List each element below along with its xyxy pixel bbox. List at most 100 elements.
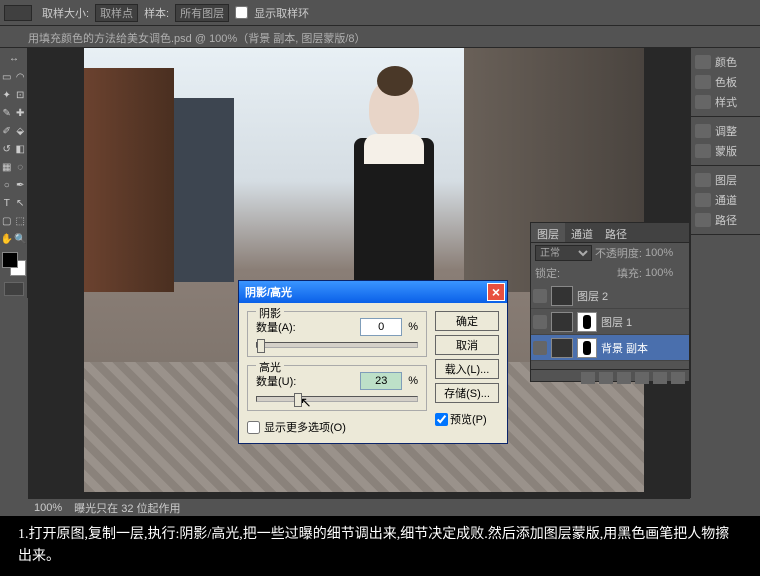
tab-channels[interactable]: 通道	[565, 223, 599, 242]
mask-thumb	[577, 312, 597, 332]
ok-button[interactable]: 确定	[435, 311, 499, 331]
lasso-tool-icon[interactable]: ◠	[14, 68, 28, 86]
type-tool-icon[interactable]: T	[0, 194, 14, 212]
layer-row[interactable]: 图层 2	[531, 283, 689, 309]
layers-panel-tab[interactable]: 图层	[695, 170, 756, 190]
sample-label: 样本:	[144, 5, 169, 21]
channels-icon	[695, 193, 711, 207]
highlights-amount-input[interactable]	[360, 372, 402, 390]
fx-icon[interactable]	[581, 372, 595, 384]
foreground-background-colors[interactable]	[2, 252, 26, 276]
adj-icon[interactable]	[617, 372, 631, 384]
eyedropper-tool-icon[interactable]: ✎	[0, 104, 14, 122]
layer-row[interactable]: 图层 1	[531, 309, 689, 335]
layer-name: 图层 1	[601, 314, 632, 330]
shadows-legend: 阴影	[256, 305, 284, 321]
toolbox: ↔ ▭◠ ✦⊡ ✎✚ ✐⬙ ↺◧ ▦◌ ○✒ T↖ ▢⬚ ✋🔍	[0, 48, 28, 298]
quick-mask-toggle[interactable]	[4, 282, 24, 296]
highlights-legend: 高光	[256, 359, 284, 375]
shadows-pct: %	[408, 321, 418, 333]
zoom-level[interactable]: 100%	[34, 502, 62, 514]
layer-thumb	[551, 312, 573, 332]
show-sample-ring-label: 显示取样环	[254, 5, 309, 21]
shadows-slider[interactable]	[256, 342, 418, 348]
tab-layers[interactable]: 图层	[531, 223, 565, 242]
layer-name: 图层 2	[577, 288, 608, 304]
preview-checkbox[interactable]	[435, 413, 448, 426]
shape-tool-icon[interactable]: ▢	[0, 212, 14, 230]
shadows-amount-label: 数量(A):	[256, 319, 296, 335]
tab-paths[interactable]: 路径	[599, 223, 633, 242]
stamp-tool-icon[interactable]: ⬙	[14, 122, 28, 140]
highlights-slider[interactable]	[256, 396, 418, 402]
3d-tool-icon[interactable]: ⬚	[14, 212, 28, 230]
preview-option[interactable]: 预览(P)	[435, 411, 499, 427]
channels-panel-tab[interactable]: 通道	[695, 190, 756, 210]
pen-tool-icon[interactable]: ✒	[14, 176, 28, 194]
show-more-options[interactable]: 显示更多选项(O)	[247, 419, 427, 435]
sample-dropdown[interactable]: 所有图层	[175, 4, 229, 22]
zoom-tool-icon[interactable]: 🔍	[14, 230, 28, 248]
shadows-highlights-dialog: 阴影/高光 × 阴影 数量(A): % 高光 数	[238, 280, 508, 444]
layer-row[interactable]: 背景 副本	[531, 335, 689, 361]
document-tab[interactable]: 用填充颜色的方法给美女调色.psd @ 100%（背景 副本, 图层蒙版/8）	[0, 26, 760, 48]
paths-panel-tab[interactable]: 路径	[695, 210, 756, 230]
right-panel-dock: 颜色 色板 样式 调整 蒙版 图层 通道 路径	[690, 48, 760, 498]
sample-size-label: 取样大小:	[42, 5, 89, 21]
status-bar: 100% 曝光只在 32 位起作用	[28, 498, 690, 516]
color-panel-tab[interactable]: 颜色	[695, 52, 756, 72]
shadows-amount-input[interactable]	[360, 318, 402, 336]
adjustments-panel-tab[interactable]: 调整	[695, 121, 756, 141]
lock-label: 锁定:	[535, 265, 560, 281]
dialog-titlebar[interactable]: 阴影/高光 ×	[239, 281, 507, 303]
tutorial-caption: 1.打开原图,复制一层,执行:阴影/高光,把一些过曝的细节调出来,细节决定成败.…	[0, 516, 760, 576]
paths-icon	[695, 213, 711, 227]
styles-panel-tab[interactable]: 样式	[695, 92, 756, 112]
visibility-icon[interactable]	[533, 315, 547, 329]
wand-tool-icon[interactable]: ✦	[0, 86, 14, 104]
show-sample-ring-checkbox[interactable]	[235, 6, 248, 19]
path-select-icon[interactable]: ↖	[14, 194, 28, 212]
crop-tool-icon[interactable]: ⊡	[14, 86, 28, 104]
history-brush-icon[interactable]: ↺	[0, 140, 14, 158]
styles-icon	[695, 95, 711, 109]
hand-tool-icon[interactable]: ✋	[0, 230, 14, 248]
mask-thumb	[577, 338, 597, 358]
move-tool-icon[interactable]: ↔	[0, 48, 28, 68]
status-message: 曝光只在 32 位起作用	[74, 500, 180, 516]
blend-mode-select[interactable]: 正常	[535, 245, 592, 261]
show-more-checkbox[interactable]	[247, 421, 260, 434]
swatches-icon	[695, 75, 711, 89]
dodge-tool-icon[interactable]: ○	[0, 176, 14, 194]
gradient-tool-icon[interactable]: ▦	[0, 158, 14, 176]
visibility-icon[interactable]	[533, 341, 547, 355]
masks-panel-tab[interactable]: 蒙版	[695, 141, 756, 161]
highlights-pct: %	[408, 375, 418, 387]
tool-preset-picker[interactable]	[4, 5, 32, 21]
group-icon[interactable]	[635, 372, 649, 384]
close-icon[interactable]: ×	[487, 283, 505, 301]
dialog-title: 阴影/高光	[245, 284, 292, 300]
opacity-label: 不透明度:	[595, 245, 642, 261]
fill-value[interactable]: 100%	[645, 267, 685, 279]
brush-tool-icon[interactable]: ✐	[0, 122, 14, 140]
opacity-value[interactable]: 100%	[645, 247, 685, 259]
layers-footer	[531, 369, 689, 385]
marquee-tool-icon[interactable]: ▭	[0, 68, 14, 86]
cursor-arrow-icon: ↖	[300, 394, 312, 411]
blur-tool-icon[interactable]: ◌	[14, 158, 28, 176]
new-icon[interactable]	[653, 372, 667, 384]
layers-panel: 图层 通道 路径 正常 不透明度: 100% 锁定: 填充: 100% 图层 2	[530, 222, 690, 382]
highlights-amount-label: 数量(U):	[256, 373, 296, 389]
mask-icon[interactable]	[599, 372, 613, 384]
layers-icon	[695, 173, 711, 187]
save-button[interactable]: 存储(S)...	[435, 383, 499, 403]
swatches-panel-tab[interactable]: 色板	[695, 72, 756, 92]
visibility-icon[interactable]	[533, 289, 547, 303]
cancel-button[interactable]: 取消	[435, 335, 499, 355]
heal-tool-icon[interactable]: ✚	[14, 104, 28, 122]
load-button[interactable]: 载入(L)...	[435, 359, 499, 379]
sample-size-dropdown[interactable]: 取样点	[95, 4, 138, 22]
eraser-tool-icon[interactable]: ◧	[14, 140, 28, 158]
trash-icon[interactable]	[671, 372, 685, 384]
